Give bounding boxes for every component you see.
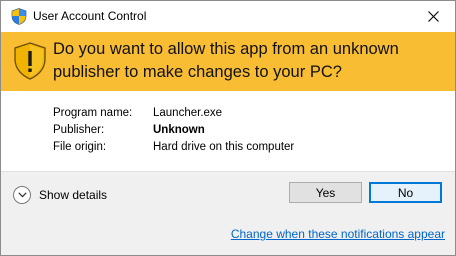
yes-button[interactable]: Yes [289, 182, 362, 203]
detail-label: File origin: [53, 141, 107, 153]
show-details-label: Show details [39, 188, 108, 202]
file-origin-value: Hard drive on this computer [153, 141, 295, 153]
prompt-message: Do you want to allow this app from an un… [53, 40, 399, 81]
show-details-toggle[interactable]: Show details [13, 185, 107, 205]
program-name-value: Launcher.exe [153, 107, 223, 119]
close-icon [427, 11, 439, 22]
uac-dialog: User Account Control Do you want to allo… [0, 0, 456, 256]
detail-label: Publisher: [53, 124, 105, 136]
warning-banner: Do you want to allow this app from an un… [1, 32, 455, 91]
notification-settings-link[interactable]: Change when these notifications appear [231, 227, 445, 241]
detail-row-program: Program name: Launcher.exe [53, 105, 294, 122]
detail-row-origin: File origin: Hard drive on this computer [53, 139, 294, 156]
close-button[interactable] [411, 1, 455, 32]
window-title: User Account Control [33, 9, 147, 23]
detail-row-publisher: Publisher: Unknown [53, 122, 294, 139]
no-button[interactable]: No [369, 182, 442, 203]
title-bar: User Account Control [1, 1, 455, 32]
chevron-down-icon [13, 186, 31, 204]
warning-shield-icon [13, 42, 47, 80]
program-details: Program name: Launcher.exe Publisher: Un… [53, 105, 294, 156]
publisher-value: Unknown [153, 124, 205, 136]
dialog-footer: Show details Yes No Change when these no… [1, 171, 455, 255]
detail-label: Program name: [53, 107, 133, 119]
uac-shield-icon [11, 8, 27, 25]
